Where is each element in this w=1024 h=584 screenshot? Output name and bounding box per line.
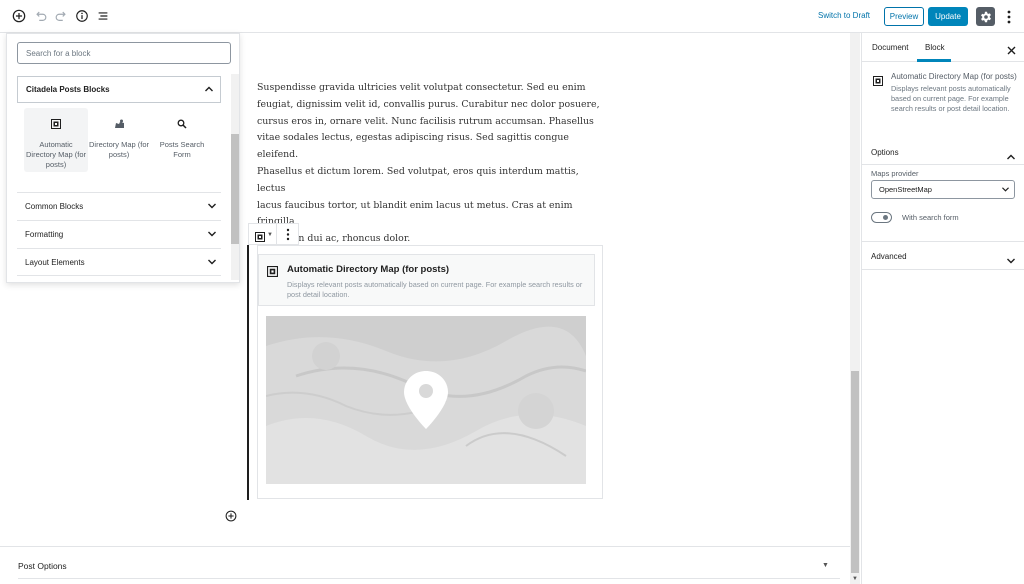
preview-button[interactable]: Preview [884, 7, 924, 26]
chevron-up-icon[interactable] [1006, 148, 1016, 166]
caret-down-icon[interactable]: ▼ [822, 562, 829, 569]
chevron-down-icon [207, 258, 217, 268]
automatic-directory-map-block[interactable]: Automatic Directory Map (for posts) Disp… [257, 245, 603, 499]
category-label: Layout Elements [25, 257, 85, 267]
category-label: Common Blocks [25, 202, 84, 211]
block-label: Automatic Directory Map (for posts) [25, 140, 86, 169]
scrollbar-thumb[interactable] [851, 371, 859, 573]
paragraph-block[interactable]: Suspendisse gravida ultricies velit volu… [257, 80, 602, 248]
options-panel: Options Maps provider OpenStreetMap With… [862, 136, 1024, 242]
map-block-description: Displays relevant posts automatically ba… [287, 280, 583, 299]
chevron-up-icon [204, 85, 214, 95]
gear-icon [980, 11, 991, 22]
block-card-title: Automatic Directory Map (for posts) [891, 72, 1017, 81]
active-tab-indicator [917, 59, 951, 62]
inserter-scrollbar[interactable] [231, 74, 239, 280]
panel-title: Citadela Posts Blocks [26, 85, 110, 94]
block-label: Posts Search Form [159, 140, 205, 159]
chevron-down-icon [207, 230, 217, 240]
map-block-icon [873, 73, 883, 91]
block-posts-search-form[interactable]: Posts Search Form [150, 108, 214, 172]
panel-citadela-posts-blocks[interactable]: Citadela Posts Blocks [17, 76, 221, 103]
more-vertical-icon[interactable] [1002, 8, 1016, 25]
redo-icon[interactable] [53, 8, 69, 24]
scrollbar-thumb[interactable] [231, 134, 239, 244]
chevron-down-icon [207, 202, 217, 212]
editor-header: Switch to Draft Preview Update [0, 0, 1024, 33]
update-button[interactable]: Update [928, 7, 968, 26]
search-icon [176, 118, 188, 130]
switch-to-draft-link[interactable]: Switch to Draft [818, 11, 870, 20]
search-form-toggle[interactable] [871, 212, 892, 223]
toggle-knob [883, 215, 888, 220]
selected-block-indicator [247, 245, 249, 500]
scroll-down-arrow-icon[interactable]: ▼ [852, 576, 858, 582]
options-panel-title[interactable]: Options [871, 148, 899, 157]
chevron-down-icon [1006, 252, 1016, 270]
map-block-icon [267, 264, 278, 282]
block-automatic-directory-map[interactable]: Automatic Directory Map (for posts) [24, 108, 88, 172]
post-options-label: Post Options [18, 561, 67, 571]
category-formatting[interactable]: Formatting [17, 220, 221, 248]
close-icon[interactable] [1007, 42, 1016, 60]
map-preview-image [266, 316, 586, 484]
settings-button[interactable] [976, 7, 995, 26]
sidebar-tabs: Document Block [862, 33, 1024, 62]
chevron-down-icon [1001, 186, 1010, 195]
category-common-blocks[interactable]: Common Blocks [17, 192, 221, 220]
tab-document[interactable]: Document [872, 43, 908, 52]
block-directory-map[interactable]: Directory Map (for posts) [87, 108, 151, 172]
post-options-panel[interactable]: Post Options ▼ [0, 546, 850, 584]
info-icon[interactable] [74, 8, 90, 24]
map-block-title: Automatic Directory Map (for posts) [287, 264, 450, 275]
map-block-header: Automatic Directory Map (for posts) Disp… [258, 254, 595, 306]
block-toolbar: ▼ [248, 223, 299, 246]
category-layout-elements[interactable]: Layout Elements [17, 248, 221, 276]
block-card-description: Displays relevant posts automatically ba… [891, 84, 1011, 113]
maps-provider-select[interactable]: OpenStreetMap [871, 180, 1015, 199]
divider [18, 578, 840, 579]
undo-icon[interactable] [33, 8, 49, 24]
map-block-icon [50, 118, 62, 130]
plus-circle-icon[interactable] [225, 509, 237, 527]
maps-provider-value: OpenStreetMap [879, 185, 932, 194]
block-label: Directory Map (for posts) [88, 140, 149, 159]
advanced-panel[interactable]: Advanced [862, 242, 1024, 270]
block-inserter-popover: Search for a block Citadela Posts Blocks… [6, 33, 240, 283]
tab-block[interactable]: Block [925, 43, 945, 52]
maps-provider-label: Maps provider [871, 169, 919, 178]
plus-circle-icon[interactable] [11, 8, 27, 24]
advanced-panel-title: Advanced [871, 252, 907, 261]
list-icon[interactable] [95, 8, 111, 24]
map-pins-icon [113, 118, 125, 130]
search-form-toggle-label: With search form [902, 213, 959, 222]
caret-down-icon[interactable]: ▼ [267, 232, 273, 238]
category-label: Formatting [25, 230, 64, 239]
block-search-input[interactable]: Search for a block [17, 42, 231, 64]
settings-sidebar: Document Block Automatic Directory Map (… [861, 33, 1024, 584]
editor-scrollbar[interactable]: ▼ [850, 33, 860, 584]
divider [276, 224, 277, 246]
more-vertical-icon[interactable] [286, 228, 290, 246]
